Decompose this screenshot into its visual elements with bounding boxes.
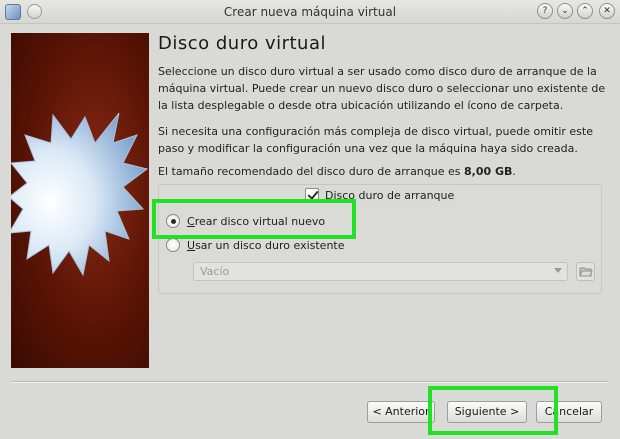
description-text: Seleccione un disco duro virtual a ser u… (158, 65, 606, 112)
window-title: Crear nueva máquina virtual (223, 5, 397, 19)
title-bar: Crear nueva máquina virtual ? ⌄ ⌃ ✕ (0, 0, 620, 24)
footer-separator (11, 381, 609, 383)
maximize-button[interactable]: ⌃ (577, 3, 593, 19)
use-existing-disk-radio[interactable] (166, 238, 180, 252)
use-existing-disk-option[interactable]: Usar un disco duro existente (166, 236, 345, 254)
recommended-size-prefix: El tamaño recomendado del disco duro de … (158, 165, 464, 178)
existing-disk-select[interactable]: Vacío (193, 262, 568, 281)
starburst-disk-graphic (11, 112, 149, 277)
chevron-down-icon (554, 268, 562, 273)
use-existing-disk-mnemonic: U (187, 238, 196, 252)
minimize-button[interactable]: ⌄ (557, 3, 573, 19)
wizard-banner-image (11, 33, 149, 368)
cancel-button[interactable]: Cancelar (536, 401, 602, 423)
choose-disk-file-button[interactable] (576, 262, 595, 281)
use-existing-disk-label-rest: sar un disco duro existente (195, 238, 345, 252)
existing-disk-select-value: Vacío (200, 265, 230, 278)
help-button[interactable]: ? (537, 3, 553, 19)
close-button[interactable]: ✕ (599, 3, 615, 19)
create-new-disk-mnemonic: C (187, 214, 195, 228)
create-new-disk-label: Crear disco virtual nuevo (187, 215, 325, 228)
recommended-size-suffix: . (512, 165, 516, 178)
page-title: Disco duro virtual (158, 33, 326, 54)
boot-disk-checkbox[interactable] (305, 188, 319, 202)
recommended-size-value: 8,00 GB (464, 165, 513, 178)
boot-disk-checkbox-label: Disco duro de arranque (325, 188, 455, 202)
create-new-disk-label-rest: rear disco virtual nuevo (194, 214, 326, 228)
boot-disk-checkbox-row[interactable]: Disco duro de arranque (305, 186, 459, 204)
next-button[interactable]: Siguiente > (447, 401, 527, 423)
folder-open-icon (579, 267, 593, 277)
recommended-size-text: El tamaño recomendado del disco duro de … (158, 163, 608, 180)
back-button[interactable]: < Anterior (367, 401, 435, 423)
use-existing-disk-label: Usar un disco duro existente (187, 239, 345, 252)
create-new-disk-option[interactable]: Crear disco virtual nuevo (166, 212, 325, 230)
advanced-hint-text: Si necesita una configuración más comple… (158, 125, 593, 155)
create-new-disk-radio[interactable] (166, 214, 180, 228)
